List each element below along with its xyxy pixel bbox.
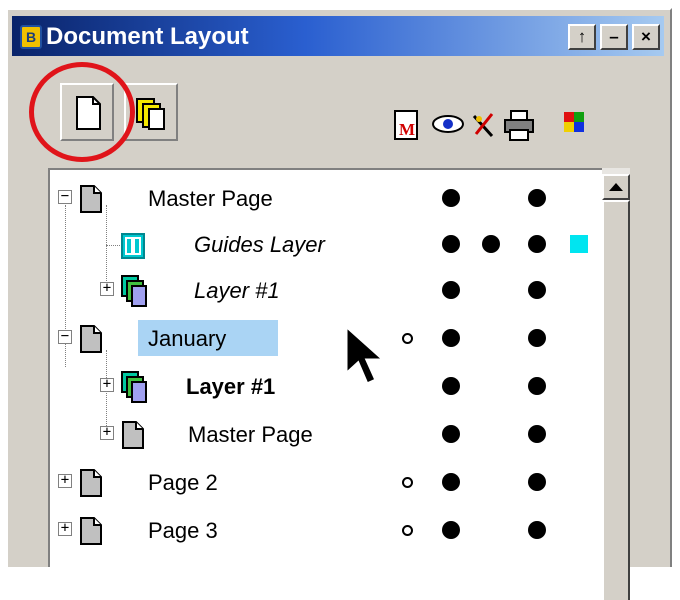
expand-toggle[interactable]: + <box>58 473 72 488</box>
window-title: Document Layout <box>46 23 249 50</box>
print-icon <box>504 110 534 141</box>
tree-row[interactable]: + Layer #1 <box>50 268 602 314</box>
master-indicator[interactable] <box>402 525 413 536</box>
visibility-indicator[interactable] <box>442 329 460 347</box>
layer-color-swatch[interactable] <box>570 235 588 253</box>
visibility-indicator[interactable] <box>442 377 460 395</box>
title-bar[interactable]: B Document Layout ↑ – × <box>12 16 664 56</box>
print-indicator[interactable] <box>528 473 546 491</box>
lock-indicator[interactable] <box>482 235 500 253</box>
visibility-indicator[interactable] <box>442 425 460 443</box>
tree-row[interactable]: − Master Page <box>50 176 602 222</box>
app-icon: B <box>20 25 42 49</box>
visibility-indicator[interactable] <box>442 235 460 253</box>
row-label: Page 3 <box>148 518 218 543</box>
row-label: Master Page <box>188 422 313 447</box>
visibility-eye-icon <box>432 115 464 133</box>
visibility-indicator[interactable] <box>442 473 460 491</box>
page-icon <box>80 469 102 497</box>
print-indicator[interactable] <box>528 329 546 347</box>
collapse-toggle[interactable]: − <box>58 329 72 344</box>
expand-toggle[interactable]: + <box>100 281 114 296</box>
page-icon <box>80 185 102 213</box>
page-icon <box>80 325 102 353</box>
master-indicator[interactable] <box>402 333 413 344</box>
layer-icon <box>121 371 147 403</box>
expand-toggle[interactable]: + <box>58 521 72 536</box>
close-button[interactable]: × <box>632 24 660 50</box>
tree-row[interactable]: + Page 2 <box>50 460 602 506</box>
expand-toggle[interactable]: + <box>100 377 114 392</box>
tree-row[interactable]: + Master Page <box>50 412 602 458</box>
row-label-selected: January <box>138 320 279 356</box>
print-indicator[interactable] <box>528 235 546 253</box>
layer-icon <box>121 275 147 307</box>
print-indicator[interactable] <box>528 281 546 299</box>
tree-line <box>106 245 120 246</box>
row-label: Layer #1 <box>186 374 276 399</box>
minimize-button[interactable]: – <box>600 24 628 50</box>
scroll-up-button[interactable] <box>602 174 630 200</box>
lock-icon <box>472 113 494 138</box>
tree-row[interactable]: − January <box>50 316 602 362</box>
pin-button[interactable]: ↑ <box>568 24 596 50</box>
master-page-icon: M <box>394 110 418 140</box>
vertical-scrollbar[interactable] <box>602 168 630 600</box>
highlight-circle <box>29 62 135 162</box>
row-label: Page 2 <box>148 470 218 495</box>
up-arrow-icon <box>609 183 623 191</box>
scroll-thumb[interactable] <box>602 200 630 600</box>
tree-row[interactable]: + Layer #1 <box>50 364 602 410</box>
color-icon <box>564 112 584 132</box>
row-label: Master Page <box>148 186 273 211</box>
print-indicator[interactable] <box>528 189 546 207</box>
master-indicator[interactable] <box>402 477 413 488</box>
print-indicator[interactable] <box>528 425 546 443</box>
expand-toggle[interactable]: + <box>100 425 114 440</box>
visibility-indicator[interactable] <box>442 281 460 299</box>
collapse-toggle[interactable]: − <box>58 189 72 204</box>
mouse-cursor-icon <box>344 322 388 386</box>
row-label: Layer #1 <box>194 278 280 303</box>
page-icon <box>122 421 144 449</box>
visibility-indicator[interactable] <box>442 521 460 539</box>
print-indicator[interactable] <box>528 377 546 395</box>
layer-tree[interactable]: − Master Page Guides Layer + Layer #1 − <box>48 168 602 567</box>
tree-row[interactable]: + Page 3 <box>50 508 602 554</box>
row-label: Guides Layer <box>194 232 325 257</box>
visibility-indicator[interactable] <box>442 189 460 207</box>
guides-icon <box>121 233 145 259</box>
print-indicator[interactable] <box>528 521 546 539</box>
page-icon <box>80 517 102 545</box>
tree-row[interactable]: Guides Layer <box>50 222 602 268</box>
svg-text:M: M <box>399 120 415 139</box>
